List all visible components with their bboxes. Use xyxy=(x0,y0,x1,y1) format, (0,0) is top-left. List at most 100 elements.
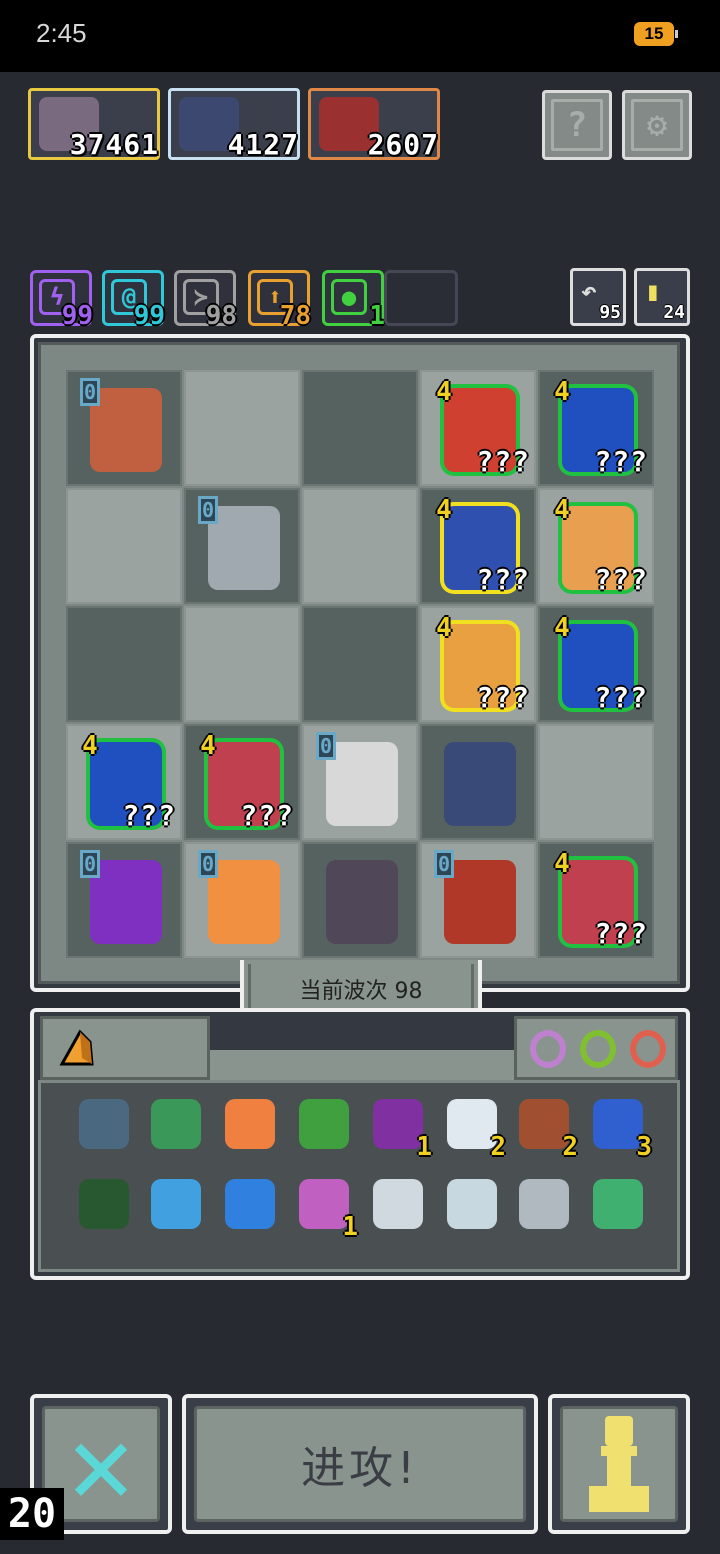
resource-slot[interactable]: ≻ 98 xyxy=(174,270,237,331)
key-icon: ▮ xyxy=(645,277,661,307)
grid-cell[interactable] xyxy=(538,724,654,840)
purple-dragon-icon xyxy=(90,860,162,944)
grid-cell[interactable] xyxy=(302,842,418,958)
grid-cell[interactable]: 4??? xyxy=(66,724,182,840)
grid-cell[interactable]: 4??? xyxy=(538,606,654,722)
purple-ring-icon[interactable] xyxy=(530,1030,566,1068)
unit-level: 4 xyxy=(554,495,570,525)
unit-unknown-tag: ??? xyxy=(122,799,176,832)
boss-card[interactable]: 2607 xyxy=(308,88,440,161)
grid-cell[interactable] xyxy=(184,370,300,486)
wing-item-icon[interactable]: 2 xyxy=(444,1096,506,1162)
slingshot-icon[interactable] xyxy=(516,1176,572,1232)
turn-counter: 20 xyxy=(0,1488,64,1540)
potion-jar-icon[interactable]: 1 xyxy=(296,1176,358,1242)
grid-cell[interactable]: 0 xyxy=(420,842,536,958)
settings-button[interactable]: ⚙ xyxy=(622,90,692,160)
items-grid-background xyxy=(38,1080,680,1272)
unit-level: 4 xyxy=(554,377,570,407)
demon-axe-icon xyxy=(90,388,162,472)
boss-card[interactable]: 4127 xyxy=(168,88,300,161)
item-count: 2 xyxy=(490,1132,506,1162)
item-count: 2 xyxy=(562,1132,578,1162)
rune-tile-icon[interactable] xyxy=(76,1176,132,1232)
grid-cell[interactable]: 4??? xyxy=(420,370,536,486)
scythe-icon[interactable] xyxy=(370,1176,426,1232)
grid-cell[interactable]: 4??? xyxy=(420,606,536,722)
amber-shard-icon[interactable] xyxy=(56,1028,96,1068)
grid-cell[interactable] xyxy=(184,606,300,722)
shield-icon[interactable] xyxy=(76,1096,132,1152)
grid-cell[interactable] xyxy=(302,488,418,604)
attack-button[interactable]: 进攻! xyxy=(182,1394,538,1534)
unit-level: 4 xyxy=(82,731,98,761)
resource-count: 78 xyxy=(279,301,311,331)
monk-icon xyxy=(326,742,398,826)
red-demon-icon xyxy=(444,860,516,944)
green-blade-icon[interactable] xyxy=(590,1176,646,1232)
unit-level: 0 xyxy=(198,496,218,524)
grid-cell[interactable]: 4??? xyxy=(184,724,300,840)
grid-cell[interactable] xyxy=(66,606,182,722)
status-bar: 2:45 15 xyxy=(0,0,720,72)
unit-level: 0 xyxy=(434,850,454,878)
resource-slot[interactable]: ● 1 xyxy=(322,270,385,331)
unit-unknown-tag: ??? xyxy=(594,563,648,596)
mini-button[interactable]: ▮ 24 xyxy=(634,268,690,326)
grid-cell[interactable]: 0 xyxy=(66,370,182,486)
unit-level: 4 xyxy=(200,731,216,761)
unit-level: 0 xyxy=(316,732,336,760)
grid-cell[interactable]: 0 xyxy=(66,842,182,958)
grid-cell[interactable]: 0 xyxy=(184,842,300,958)
grid-cell[interactable] xyxy=(66,488,182,604)
unit-level: 4 xyxy=(554,613,570,643)
grid-cell[interactable]: 4??? xyxy=(538,370,654,486)
totem-icon[interactable]: 2 xyxy=(516,1096,578,1162)
grid-cell[interactable] xyxy=(420,724,536,840)
unit-level: 4 xyxy=(554,849,570,879)
blue-claw-icon[interactable] xyxy=(148,1176,204,1232)
werewolf-icon xyxy=(444,742,516,826)
boss-hp: 4127 xyxy=(227,128,299,161)
hourglass-icon[interactable]: 3 xyxy=(590,1096,652,1162)
knight-icon xyxy=(208,506,280,590)
water-drop-icon[interactable] xyxy=(222,1176,278,1232)
unit-level: 4 xyxy=(436,495,452,525)
grid-cell[interactable]: 0 xyxy=(302,724,418,840)
grid-cell[interactable] xyxy=(302,370,418,486)
cats-icon xyxy=(208,860,280,944)
unit-unknown-tag: ??? xyxy=(476,445,530,478)
status-time: 2:45 xyxy=(36,18,87,48)
grid-cell[interactable] xyxy=(302,606,418,722)
boss-hp: 37461 xyxy=(69,128,159,161)
mini-button[interactable]: ↶ 95 xyxy=(570,268,626,326)
battle-grid: 0 4??? 4??? 0 4??? 4??? 4??? 4??? 4??? 4??? 0 0 0 0 4?… xyxy=(66,370,656,958)
resource-slot[interactable]: @ 99 xyxy=(102,270,165,331)
unit-level: 0 xyxy=(80,850,100,878)
resource-slot[interactable]: ⬆ 78 xyxy=(248,270,311,331)
demon-orb-icon[interactable]: 1 xyxy=(370,1096,432,1162)
resource-empty-slot xyxy=(384,270,458,326)
grid-cell[interactable]: 0 xyxy=(184,488,300,604)
grid-cell[interactable]: 4??? xyxy=(420,488,536,604)
moon-orb-icon[interactable] xyxy=(444,1176,500,1232)
turtle-shell-icon[interactable] xyxy=(148,1096,204,1152)
item-count: 3 xyxy=(636,1132,652,1162)
resource-slot[interactable]: ϟ 99 xyxy=(30,270,93,331)
boss-hp: 2607 xyxy=(367,128,439,161)
question-icon: ? xyxy=(551,99,603,151)
resource-count: 98 xyxy=(205,301,237,331)
return-icon: ↶ xyxy=(581,277,597,307)
battery-icon: 15 xyxy=(634,22,678,46)
green-sword-icon[interactable] xyxy=(296,1096,352,1152)
unit-button[interactable] xyxy=(548,1394,690,1534)
red-ring-icon[interactable] xyxy=(630,1030,666,1068)
gear-icon: ⚙ xyxy=(631,99,683,151)
boss-card[interactable]: 37461 xyxy=(28,88,160,161)
grid-cell[interactable]: 4??? xyxy=(538,842,654,958)
help-button[interactable]: ? xyxy=(542,90,612,160)
grid-cell[interactable]: 4??? xyxy=(538,488,654,604)
unit-unknown-tag: ??? xyxy=(476,681,530,714)
fire-shield-icon[interactable] xyxy=(222,1096,278,1152)
green-ring-icon[interactable] xyxy=(580,1030,616,1068)
